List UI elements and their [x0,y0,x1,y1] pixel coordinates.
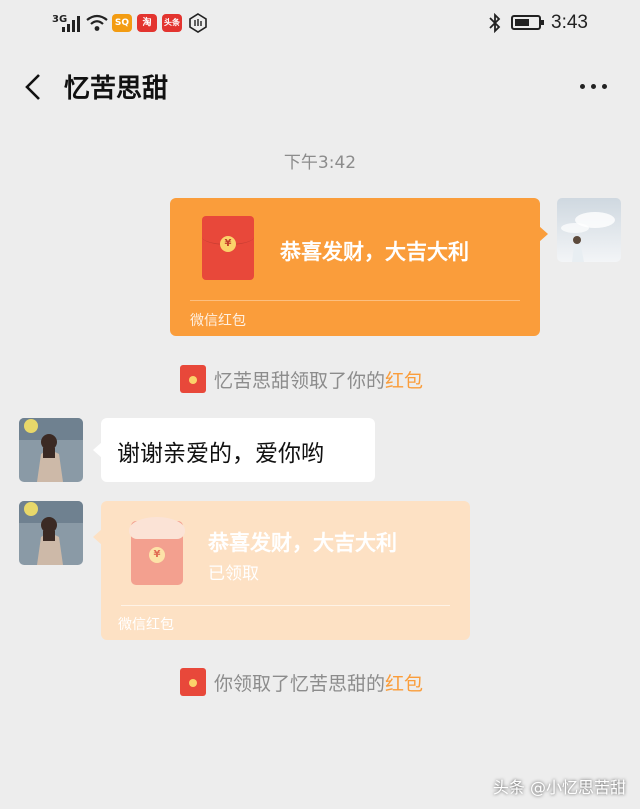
red-envelope-icon: ¥ [202,216,254,280]
red-packet-icon [180,365,206,393]
bluetooth-icon [489,13,501,33]
signal-icon [62,16,82,32]
taobao-badge-icon: 淘 [137,14,157,32]
red-packet-link[interactable]: 红包 [385,370,423,392]
opened-envelope-icon: ¥ [129,517,185,585]
battery-icon [511,15,544,30]
message-text: 谢谢亲爱的，爱你哟 [117,441,324,467]
watermark: 头条 @小忆思苦甜 [492,778,626,797]
divider [121,605,450,606]
toutiao-badge-icon: 头条 [162,14,182,32]
system-notice: 忆苦思甜领取了你的红包 [180,365,423,393]
received-message[interactable]: 谢谢亲爱的，爱你哟 [93,418,375,482]
chat-title: 忆苦思甜 [64,74,169,104]
status-bar: 3G SQ 淘 头条 3:43 [0,0,640,48]
app-badge-icon: SQ [112,14,132,32]
message-timestamp: 下午3:42 [283,153,357,173]
more-dots-icon[interactable] [576,76,612,96]
gesture-icon [189,13,207,33]
opened-red-packet[interactable]: ¥ 恭喜发财，大吉大利 已领取 微信红包 [93,501,470,640]
chat-header: 忆苦思甜 [0,48,640,126]
system-notice: 你领取了忆苦思甜的红包 [180,668,423,696]
red-packet-link[interactable]: 红包 [385,673,423,695]
sent-red-packet[interactable]: ¥ 恭喜发财，大吉大利 微信红包 [170,198,548,336]
notice-text: 你领取了忆苦思甜的红包 [214,672,424,695]
packet-greeting: 恭喜发财，大吉大利 [208,531,397,555]
friend-avatar[interactable] [19,418,83,482]
red-packet-icon [180,668,206,696]
chevron-left-icon[interactable] [20,72,50,102]
friend-avatar[interactable] [19,501,83,565]
packet-footer: 微信红包 [190,313,246,329]
packet-greeting: 恭喜发财，大吉大利 [280,240,469,264]
wifi-icon [86,14,108,31]
packet-footer: 微信红包 [118,617,174,633]
my-avatar[interactable] [557,198,621,262]
divider [190,300,520,301]
notice-text: 忆苦思甜领取了你的红包 [214,369,424,392]
packet-status: 已领取 [208,564,259,584]
clock: 3:43 [551,12,588,33]
